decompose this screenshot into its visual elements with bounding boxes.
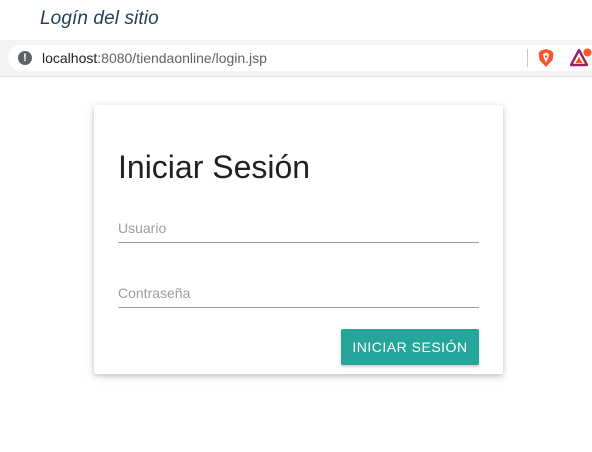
browser-toolbar: ! localhost:8080/tiendaonline/login.jsp: [0, 40, 592, 77]
bat-rewards-icon[interactable]: [570, 48, 592, 68]
login-title: Iniciar Sesión: [118, 149, 311, 185]
password-input[interactable]: [118, 275, 479, 309]
login-submit-button[interactable]: INICIAR SESIÓN: [341, 329, 479, 365]
page-caption: Logín del sitio: [40, 8, 159, 29]
brave-shield-icon[interactable]: [536, 48, 556, 68]
username-field-wrapper: [118, 210, 479, 244]
username-input[interactable]: [118, 210, 479, 244]
login-card: Iniciar Sesión INICIAR SESIÓN: [94, 105, 503, 374]
url-path: :8080/tiendaonline/login.jsp: [97, 50, 267, 66]
url-text[interactable]: localhost:8080/tiendaonline/login.jsp: [42, 50, 267, 66]
info-icon[interactable]: !: [18, 51, 32, 65]
address-divider: [527, 49, 528, 67]
address-bar[interactable]: ! localhost:8080/tiendaonline/login.jsp: [8, 45, 592, 71]
url-host: localhost: [42, 50, 98, 66]
password-field-wrapper: [118, 275, 479, 309]
